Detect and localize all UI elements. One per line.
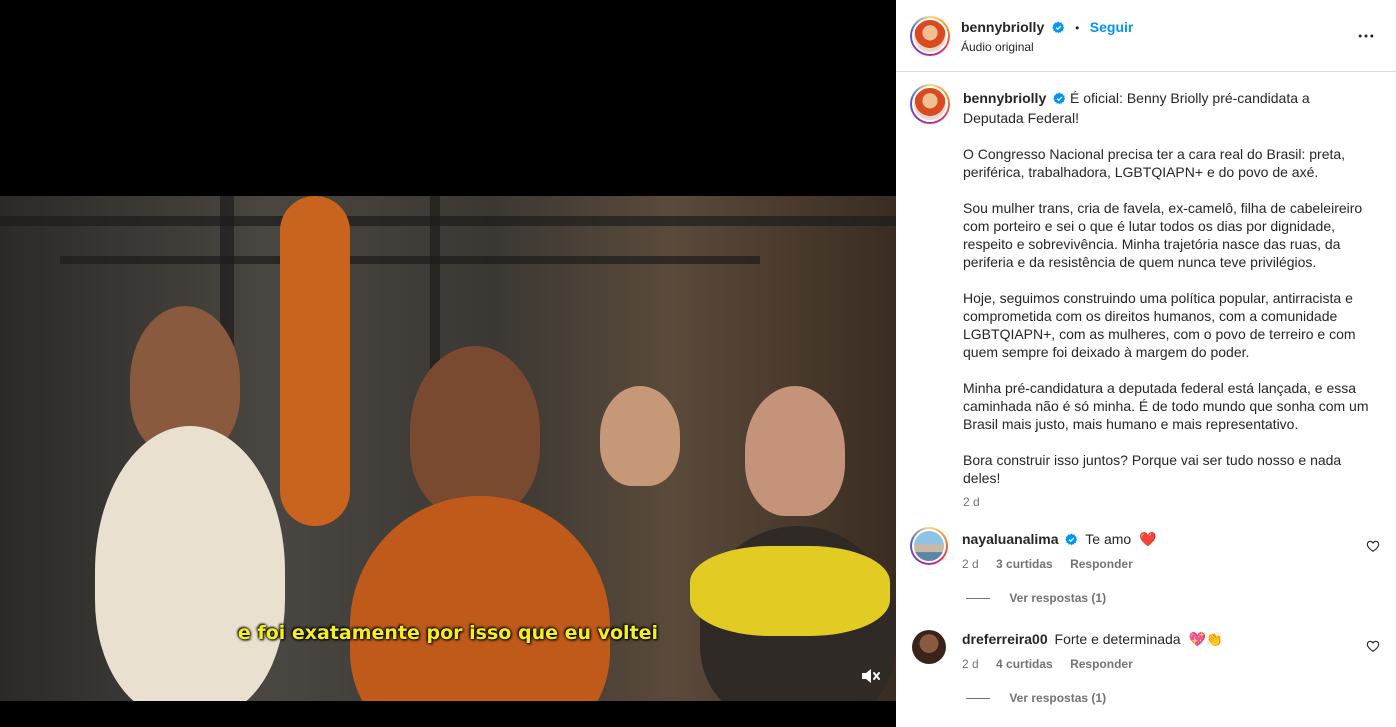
view-replies-button[interactable]: Ver respostas (1)	[966, 591, 1106, 605]
scene-girder	[60, 256, 760, 264]
separator-dot: •	[1075, 21, 1080, 35]
avatar-image	[912, 86, 948, 122]
more-horizontal-icon[interactable]	[1356, 26, 1376, 51]
view-replies-label: Ver respostas (1)	[1009, 691, 1107, 705]
like-heart-icon[interactable]	[1366, 639, 1380, 658]
caption-username[interactable]: bennybriolly	[963, 90, 1046, 106]
reply-button[interactable]: Responder	[1070, 657, 1133, 671]
view-replies-button[interactable]: Ver respostas (1)	[966, 691, 1106, 705]
scene-girder	[0, 216, 896, 226]
person-background-face	[600, 386, 680, 486]
comment-text-row: dreferreira00 Forte e determinada 💖👏	[962, 631, 1223, 648]
post-header: bennybriolly • Seguir Áudio original	[896, 0, 1396, 72]
replies-divider	[966, 698, 990, 700]
avatar[interactable]	[910, 16, 950, 56]
comment-meta: 2 d 4 curtidas Responder	[962, 657, 1147, 671]
comment-text-row: nayaluanalima Te amo ❤️	[962, 531, 1157, 549]
header-username[interactable]: bennybriolly	[961, 19, 1044, 35]
comment-likes[interactable]: 4 curtidas	[996, 657, 1053, 671]
avatar-image	[912, 18, 948, 54]
avatar-image	[912, 529, 946, 563]
comment-meta: 2 d 3 curtidas Responder	[962, 557, 1147, 571]
person-left-body	[95, 426, 285, 701]
comment-item: dreferreira00 Forte e determinada 💖👏 2 d…	[910, 627, 1380, 717]
raised-arm	[280, 196, 350, 526]
caption-avatar[interactable]	[910, 84, 950, 124]
header-title-row: bennybriolly • Seguir	[961, 19, 1133, 39]
replies-divider	[966, 598, 990, 600]
caption-paragraph: Sou mulher trans, cria de favela, ex-cam…	[963, 200, 1363, 270]
post-side-panel: bennybriolly • Seguir Áudio original ben…	[896, 0, 1396, 727]
reply-button[interactable]: Responder	[1070, 557, 1133, 571]
comment-likes[interactable]: 3 curtidas	[996, 557, 1053, 571]
comment-timestamp[interactable]: 2 d	[962, 557, 979, 571]
caption: bennybriolly É oficial: Benny Briolly pr…	[963, 89, 1373, 511]
comment-username[interactable]: nayaluanalima	[962, 531, 1059, 547]
verified-badge-icon	[1053, 91, 1066, 109]
caption-paragraph: Minha pré-candidatura a deputada federal…	[963, 380, 1369, 432]
caption-timestamp[interactable]: 2 d	[963, 493, 1373, 511]
comment-avatar[interactable]	[910, 527, 948, 565]
comment-timestamp[interactable]: 2 d	[962, 657, 979, 671]
comment-body: Te amo	[1085, 531, 1132, 547]
heart-clap-emoji: 💖👏	[1188, 631, 1224, 647]
person-right-face	[745, 386, 845, 516]
comment-username[interactable]: dreferreira00	[962, 631, 1048, 647]
comment-body: Forte e determinada	[1054, 631, 1181, 647]
caption-lead-paragraph: bennybriolly É oficial: Benny Briolly pr…	[963, 89, 1373, 127]
audio-label[interactable]: Áudio original	[961, 40, 1034, 54]
comment-avatar[interactable]	[912, 630, 946, 664]
verified-badge-icon	[1065, 533, 1078, 549]
person-center-body	[350, 496, 610, 701]
caption-paragraph: Bora construir isso juntos? Porque vai s…	[963, 452, 1342, 486]
like-heart-icon[interactable]	[1366, 539, 1380, 558]
view-replies-label: Ver respostas (1)	[1009, 591, 1107, 605]
scene-girder	[430, 196, 440, 376]
caption-paragraph: O Congresso Nacional precisa ter a cara …	[963, 146, 1346, 180]
follow-button[interactable]: Seguir	[1090, 19, 1134, 35]
caption-paragraph: Hoje, seguimos construindo uma política …	[963, 290, 1356, 360]
video-pane[interactable]: e foi exatamente por isso que eu voltei	[0, 0, 896, 727]
person-center-face	[410, 346, 540, 516]
speaker-muted-icon[interactable]	[858, 664, 882, 688]
comment-item: nayaluanalima Te amo ❤️ 2 d 3 curtidas R…	[910, 527, 1380, 617]
video-subtitle: e foi exatamente por isso que eu voltei	[237, 622, 659, 644]
verified-badge-icon	[1051, 21, 1065, 39]
heart-emoji: ❤️	[1139, 531, 1157, 547]
